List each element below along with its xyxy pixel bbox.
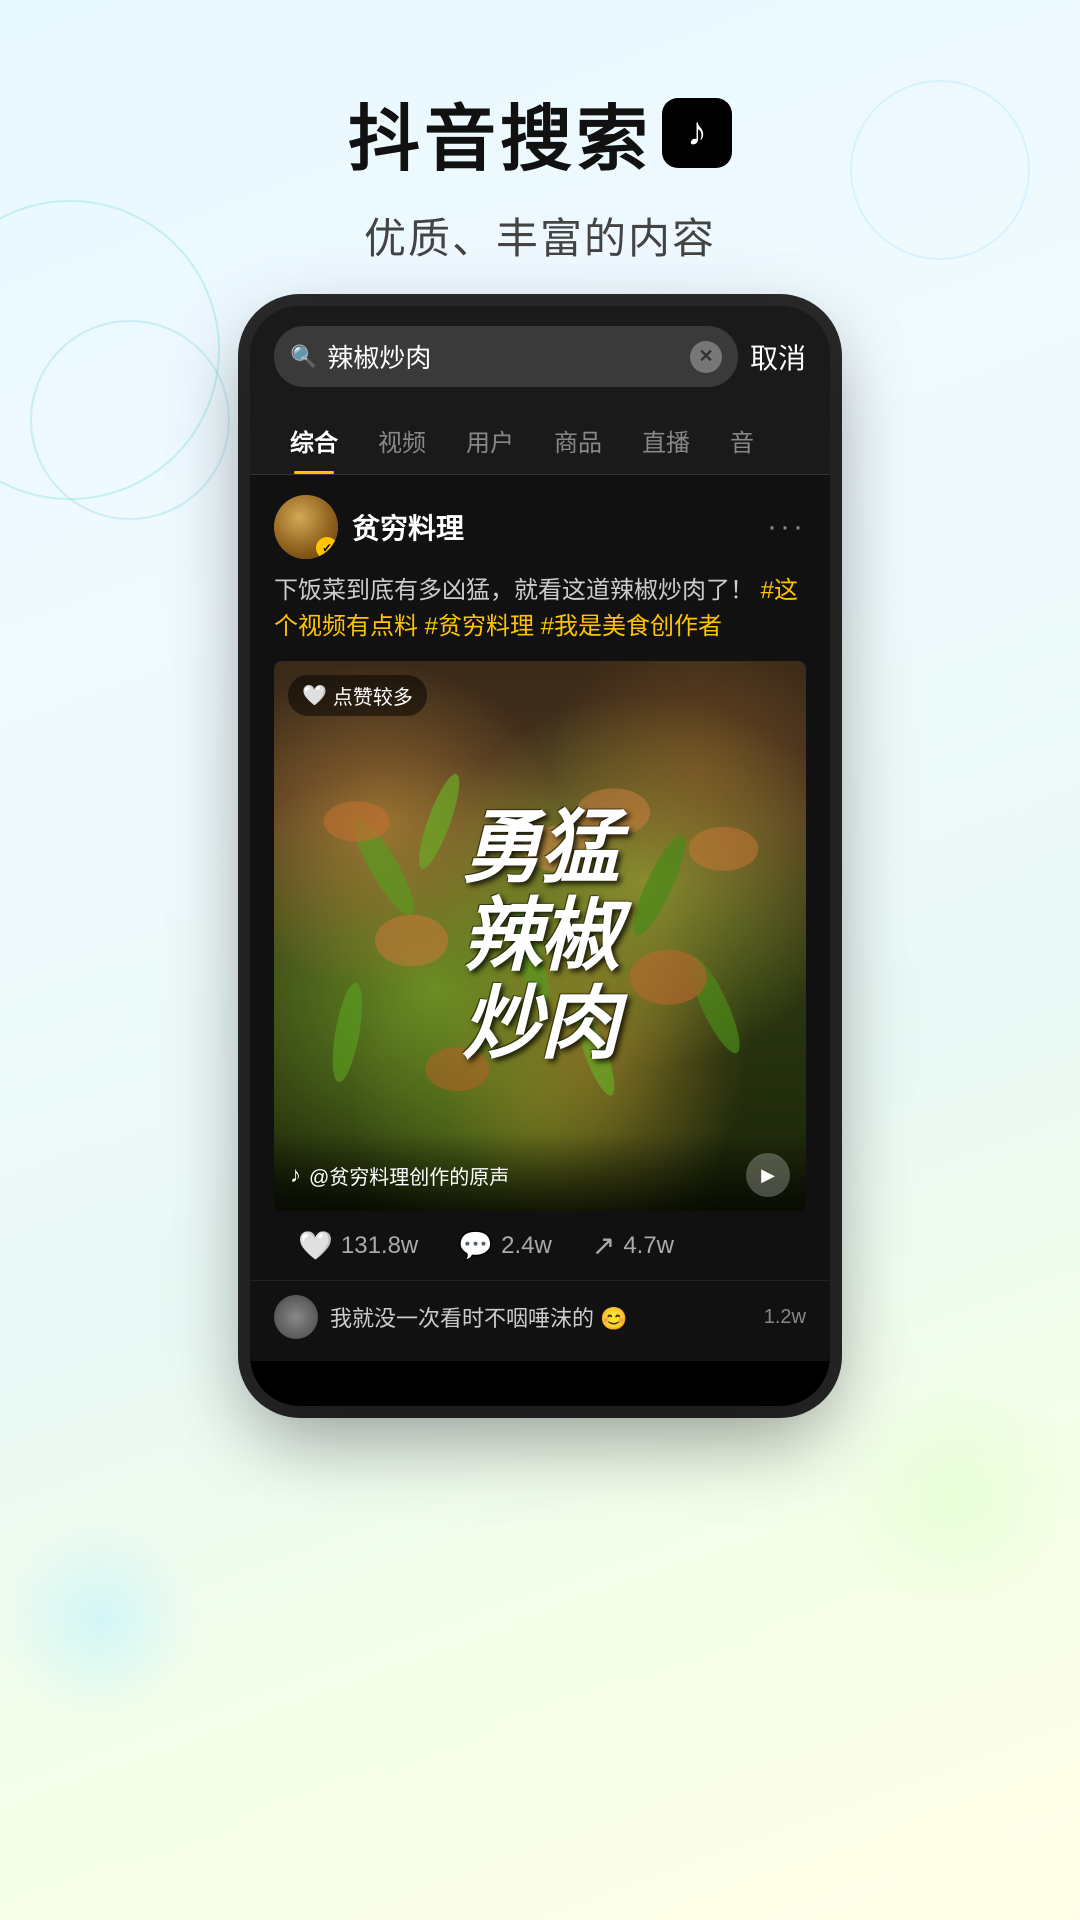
phone-content: 🔍 辣椒炒肉 ✕ 取消 综合 视频 用户 商品: [250, 306, 830, 1406]
tab-用户[interactable]: 用户: [446, 407, 534, 474]
author-name[interactable]: 贫穷料理: [352, 507, 464, 547]
likes-stat[interactable]: 🤍 131.8w: [298, 1229, 418, 1262]
video-bottom-bar: ♪ @贫穷料理创作的原声 ▶: [274, 1133, 806, 1211]
phone-frame: 🔍 辣椒炒肉 ✕ 取消 综合 视频 用户 商品: [250, 306, 830, 1406]
tab-音[interactable]: 音: [710, 407, 774, 474]
tab-视频[interactable]: 视频: [358, 407, 446, 474]
likes-count: 131.8w: [341, 1232, 418, 1260]
audio-info: ♪ @贫穷料理创作的原声: [290, 1161, 509, 1190]
comment-likes-count: 1.2w: [764, 1306, 806, 1329]
search-bar-area: 🔍 辣椒炒肉 ✕ 取消: [250, 306, 830, 407]
hashtag-3[interactable]: #我是美食创作者: [541, 613, 722, 640]
comment-text: 我就没一次看时不咽唾沫的 😊: [330, 1301, 752, 1333]
header-subtitle: 优质、丰富的内容: [0, 205, 1080, 266]
search-query: 辣椒炒肉: [327, 338, 680, 375]
bg-blob-left: [0, 1520, 200, 1720]
author-avatar: ✓: [274, 495, 338, 559]
share-stat-icon: ↗: [592, 1229, 615, 1262]
tiktok-note-icon: ♪: [687, 110, 707, 155]
post-description: 下饭菜到底有多凶猛，就看这道辣椒炒肉了！ #这个视频有点料 #贫穷料理 #我是美…: [274, 573, 806, 645]
audio-text: @贫穷料理创作的原声: [309, 1161, 509, 1190]
verified-badge-icon: ✓: [316, 537, 338, 559]
phone-container: 🔍 辣椒炒肉 ✕ 取消 综合 视频 用户 商品: [0, 306, 1080, 1406]
tiktok-logo-icon: ♪: [662, 98, 732, 168]
likes-badge-text: 点赞较多: [333, 681, 413, 710]
comment-stat-icon: 💬: [458, 1229, 493, 1262]
post-card: ✓ 贫穷料理 ··· 下饭菜到底有多凶猛，就看这道辣椒炒肉了！ #这个视频有点料…: [250, 475, 830, 1280]
heart-icon: 🤍: [302, 683, 327, 708]
search-icon: 🔍: [290, 344, 317, 370]
heart-stat-icon: 🤍: [298, 1229, 333, 1262]
video-overlay-text: 勇猛辣椒炒肉: [301, 804, 780, 1068]
post-header: ✓ 贫穷料理 ···: [274, 495, 806, 559]
tab-商品[interactable]: 商品: [534, 407, 622, 474]
more-options-icon[interactable]: ···: [767, 510, 806, 544]
likes-badge: 🤍 点赞较多: [288, 675, 427, 716]
comments-stat[interactable]: 💬 2.4w: [458, 1229, 552, 1262]
app-title-row: 抖音搜索 ♪: [0, 80, 1080, 185]
header-section: 抖音搜索 ♪ 优质、丰富的内容: [0, 0, 1080, 306]
tab-bar: 综合 视频 用户 商品 直播 音: [250, 407, 830, 475]
stats-bar: 🤍 131.8w 💬 2.4w ↗ 4.7w: [274, 1211, 806, 1280]
comments-count: 2.4w: [501, 1232, 552, 1260]
comment-section: 我就没一次看时不咽唾沫的 😊 1.2w: [250, 1280, 830, 1361]
hashtag-2[interactable]: #贫穷料理: [425, 613, 534, 640]
shares-count: 4.7w: [623, 1232, 674, 1260]
comment-item: 我就没一次看时不咽唾沫的 😊 1.2w: [274, 1295, 806, 1339]
comment-content: 我就没一次看时不咽唾沫的 😊: [330, 1301, 752, 1333]
play-button[interactable]: ▶: [746, 1153, 790, 1197]
tab-综合[interactable]: 综合: [270, 407, 358, 474]
tiktok-d-icon: ♪: [290, 1162, 301, 1188]
search-input-wrapper[interactable]: 🔍 辣椒炒肉 ✕: [274, 326, 738, 387]
shares-stat[interactable]: ↗ 4.7w: [592, 1229, 674, 1262]
tab-直播[interactable]: 直播: [622, 407, 710, 474]
clear-search-button[interactable]: ✕: [690, 341, 722, 373]
cancel-button[interactable]: 取消: [750, 337, 806, 377]
video-thumbnail[interactable]: 🤍 点赞较多 勇猛辣椒炒肉 ♪ @贫穷料理创作的原声 ▶: [274, 661, 806, 1211]
bg-blob-right: [830, 1370, 1080, 1620]
video-title-text: 勇猛辣椒炒肉: [301, 804, 780, 1068]
app-title: 抖音搜索: [348, 80, 652, 185]
post-author: ✓ 贫穷料理: [274, 495, 464, 559]
comment-avatar: [274, 1295, 318, 1339]
